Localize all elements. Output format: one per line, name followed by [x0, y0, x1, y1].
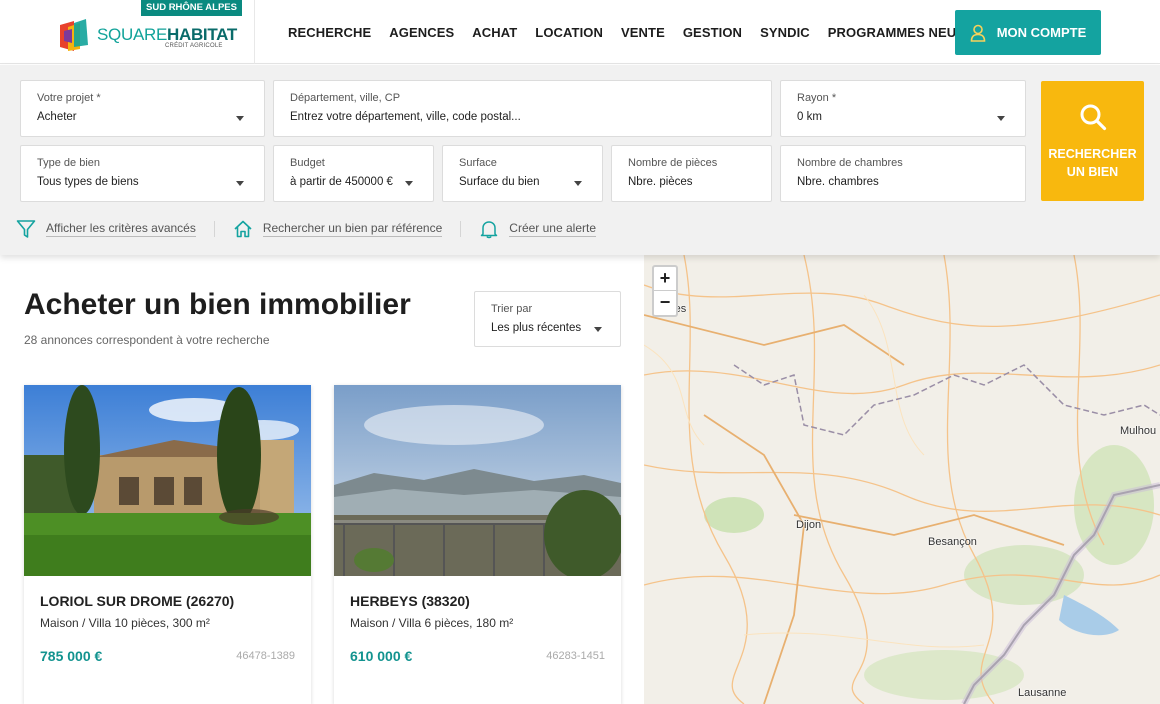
search-icon — [1080, 104, 1107, 131]
page-title-rest: un bien immobilier — [135, 288, 411, 321]
chevron-down-icon — [574, 181, 582, 186]
account-button-label: MON COMPTE — [996, 25, 1087, 40]
chevron-down-icon — [997, 116, 1005, 121]
zoom-control: + − — [652, 265, 678, 317]
property-reference: 46283-1451 — [546, 650, 605, 662]
account-button[interactable]: MON COMPTE — [955, 10, 1101, 55]
results-panel: Acheter un bien immobilier 28 annonces c… — [0, 255, 644, 704]
property-type: Maison / Villa 10 pièces, 300 m² — [40, 616, 210, 630]
rayon-select[interactable]: Rayon * 0 km — [780, 80, 1026, 137]
search-button-line2: UN BIEN — [1066, 165, 1119, 179]
property-card[interactable]: LORIOL SUR DROME (26270) Maison / Villa … — [24, 385, 311, 704]
nav-vente[interactable]: VENTE — [621, 25, 665, 40]
pieces-value: Nbre. pièces — [628, 176, 693, 188]
map-tiles[interactable] — [644, 255, 1160, 704]
logo-mark-icon — [60, 19, 88, 51]
property-photo[interactable] — [334, 385, 621, 576]
property-city[interactable]: LORIOL SUR DROME (26270) — [40, 593, 234, 609]
map-label-mulhouse: Mulhou — [1120, 425, 1157, 437]
budget-value: à partir de 450000 € — [290, 176, 393, 188]
nav-programmes-neufs[interactable]: PROGRAMMES NEUFS — [828, 25, 973, 40]
property-price: 785 000 € — [40, 648, 103, 664]
property-price: 610 000 € — [350, 648, 413, 664]
chevron-down-icon — [594, 327, 602, 332]
advanced-criteria-link[interactable]: Afficher les critères avancés — [16, 219, 196, 239]
page-title: Acheter un bien immobilier — [24, 288, 411, 322]
nav-location[interactable]: LOCATION — [535, 25, 603, 40]
property-type: Maison / Villa 6 pièces, 180 m² — [350, 616, 514, 630]
user-icon — [970, 24, 986, 42]
region-badge: SUD RHÔNE ALPES — [141, 0, 242, 16]
projet-value: Acheter — [37, 111, 77, 123]
map-label-besancon: Besançon — [928, 536, 977, 548]
rayon-value: 0 km — [797, 111, 822, 123]
sort-label: Trier par — [491, 303, 533, 315]
map[interactable]: + − Troyes Mulhou Dijon Besançon Lausann… — [644, 255, 1160, 704]
chambres-value: Nbre. chambres — [797, 176, 879, 188]
chevron-down-icon — [236, 181, 244, 186]
bell-icon — [481, 221, 498, 239]
projet-label: Votre projet * — [37, 92, 101, 104]
property-card[interactable]: HERBEYS (38320) Maison / Villa 6 pièces,… — [334, 385, 621, 704]
pieces-input[interactable]: Nombre de pièces Nbre. pièces — [611, 145, 772, 202]
type-bien-value: Tous types de biens — [37, 176, 139, 188]
nav-gestion[interactable]: GESTION — [683, 25, 742, 40]
surface-label: Surface — [459, 157, 497, 169]
site-header: SUD RHÔNE ALPES SQUAREHABITAT CRÉDIT AGR… — [0, 0, 1160, 64]
pieces-label: Nombre de pièces — [628, 157, 718, 169]
chambres-label: Nombre de chambres — [797, 157, 903, 169]
surface-select[interactable]: Surface Surface du bien — [442, 145, 603, 202]
filter-icon — [16, 220, 36, 238]
zoom-in-button[interactable]: + — [654, 267, 676, 291]
location-placeholder: Entrez votre département, ville, code po… — [290, 111, 521, 123]
rayon-label: Rayon * — [797, 92, 837, 104]
projet-select[interactable]: Votre projet * Acheter — [20, 80, 265, 137]
type-bien-select[interactable]: Type de bien Tous types de biens — [20, 145, 265, 202]
map-label-dijon: Dijon — [796, 519, 822, 531]
advanced-criteria-label: Afficher les critères avancés — [46, 221, 196, 237]
search-button[interactable]: RECHERCHER UN BIEN — [1041, 81, 1144, 201]
property-city[interactable]: HERBEYS (38320) — [350, 593, 470, 609]
nav-recherche[interactable]: RECHERCHE — [288, 25, 371, 40]
location-label: Département, ville, CP — [290, 92, 401, 104]
sort-select[interactable]: Trier par Les plus récentes — [474, 291, 621, 347]
page-title-bold: Acheter — [24, 288, 136, 321]
property-photo[interactable] — [24, 385, 311, 576]
sort-value: Les plus récentes — [491, 322, 582, 334]
reference-search-link[interactable]: Rechercher un bien par référence — [233, 219, 443, 239]
search-button-line1: RECHERCHER — [1048, 147, 1137, 161]
main-nav: RECHERCHE AGENCES ACHAT LOCATION VENTE G… — [288, 0, 991, 64]
reference-search-label: Rechercher un bien par référence — [262, 221, 443, 237]
surface-value: Surface du bien — [459, 176, 540, 188]
search-panel: Votre projet * Acheter Département, vill… — [0, 65, 1160, 255]
logo-subtitle: CRÉDIT AGRICOLE — [165, 43, 223, 49]
nav-syndic[interactable]: SYNDIC — [760, 25, 810, 40]
logo-text-habitat: HABITAT — [167, 25, 237, 44]
chambres-input[interactable]: Nombre de chambres Nbre. chambres — [780, 145, 1026, 202]
nav-agences[interactable]: AGENCES — [389, 25, 454, 40]
zoom-out-button[interactable]: − — [654, 291, 676, 315]
logo-text-square: SQUARE — [97, 25, 167, 44]
chevron-down-icon — [236, 116, 244, 121]
map-label-lausanne: Lausanne — [1018, 687, 1067, 699]
results-count: 28 annonces correspondent à votre recher… — [24, 333, 270, 347]
logo[interactable]: SUD RHÔNE ALPES SQUAREHABITAT CRÉDIT AGR… — [0, 0, 255, 64]
property-reference: 46478-1389 — [236, 650, 295, 662]
chevron-down-icon — [405, 181, 413, 186]
type-bien-label: Type de bien — [37, 157, 100, 169]
house-icon — [234, 220, 252, 238]
create-alert-link[interactable]: Créer une alerte — [479, 219, 596, 239]
budget-label: Budget — [290, 157, 325, 169]
create-alert-label: Créer une alerte — [509, 221, 596, 237]
nav-achat[interactable]: ACHAT — [472, 25, 517, 40]
budget-select[interactable]: Budget à partir de 450000 € — [273, 145, 434, 202]
location-input[interactable]: Département, ville, CP Entrez votre dépa… — [273, 80, 772, 137]
divider — [213, 221, 215, 237]
divider — [460, 221, 462, 237]
search-links: Afficher les critères avancés Rechercher… — [16, 217, 596, 241]
